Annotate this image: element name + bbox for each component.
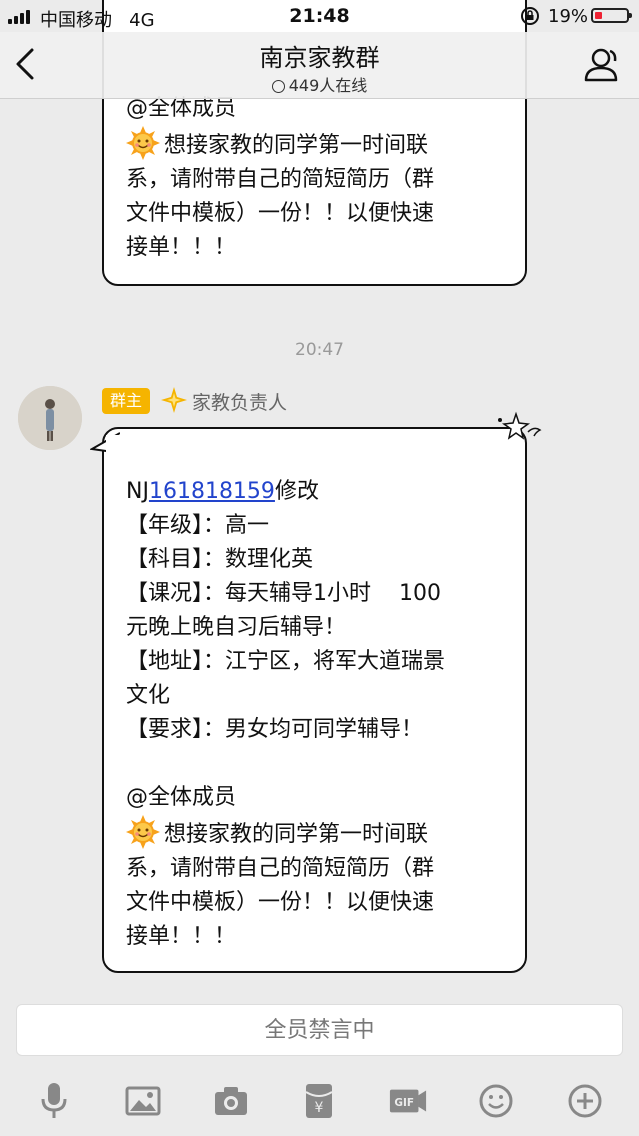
message-line: 想接家教的同学第一时间联 xyxy=(126,815,511,852)
message-timestamp: 20:47 xyxy=(295,340,344,360)
message-line: 系，请附带自己的简短简历（群 xyxy=(126,167,435,192)
message-line: 文件中模板）一份！！以便快速 xyxy=(126,201,435,226)
message-line: 【年级】：高一 xyxy=(126,513,270,538)
phone-number-link[interactable]: 161818159 xyxy=(149,479,275,504)
red-packet-icon[interactable]: ¥ xyxy=(299,1081,339,1121)
message-line: 【课况】：每天辅导1小时 100 xyxy=(126,581,441,606)
chat-header: 南京家教群 449人在线 xyxy=(0,32,639,99)
star-decoration-icon xyxy=(498,411,542,440)
plus-icon[interactable] xyxy=(565,1081,605,1121)
message-line: 接单！！！ xyxy=(126,235,237,260)
status-time: 21:48 xyxy=(289,5,350,27)
online-status-icon xyxy=(271,80,285,93)
message-line: @全体成员 xyxy=(126,785,237,810)
emoji-icon[interactable] xyxy=(476,1081,516,1121)
svg-text:GIF: GIF xyxy=(394,1097,414,1109)
message-line: 接单！！！ xyxy=(126,924,237,949)
image-icon[interactable] xyxy=(123,1081,163,1121)
avatar-image xyxy=(18,386,82,450)
sun-emoji-icon xyxy=(126,815,160,849)
status-bar: 中国移动 4G 21:48 19% xyxy=(0,0,639,32)
chat-title[interactable]: 南京家教群 xyxy=(0,38,639,73)
camera-icon[interactable] xyxy=(211,1081,251,1121)
avatar[interactable] xyxy=(18,386,82,450)
input-toolbar: ¥ GIF xyxy=(0,1066,639,1136)
online-count: 449人在线 xyxy=(0,72,639,96)
message-line: NJ161818159修改 xyxy=(126,479,319,504)
rotation-lock-icon xyxy=(521,7,539,25)
message-line xyxy=(126,747,511,781)
group-owner-badge: 群主 xyxy=(102,388,151,414)
message-line: 文化 xyxy=(126,683,171,708)
battery-percent: 19% xyxy=(548,6,589,27)
message-line: 文件中模板）一份！！以便快速 xyxy=(126,890,435,915)
gif-icon[interactable]: GIF xyxy=(388,1081,428,1121)
message-line: 想接家教的同学第一时间联 xyxy=(126,126,511,163)
message-line: 系，请附带自己的简短简历（群 xyxy=(126,856,435,881)
message-line: 【地址】：江宁区，将军大道瑞景 xyxy=(126,649,446,674)
star-rank-icon xyxy=(161,387,187,413)
message-line: 【要求】：男女均可同学辅导！ xyxy=(126,717,424,742)
battery-icon xyxy=(591,8,632,23)
muted-input-bar: 全员禁言中 xyxy=(16,1004,623,1056)
microphone-icon[interactable] xyxy=(34,1081,74,1121)
sun-emoji-icon xyxy=(126,126,160,160)
group-profile-icon[interactable] xyxy=(583,46,623,84)
message-list[interactable]: @全体成员 想接家教的同学第一时间联 系，请附带自己的简短简历（群 文件中模板）… xyxy=(0,0,639,1000)
sender-name[interactable]: 家教负责人 xyxy=(192,388,287,415)
svg-text:¥: ¥ xyxy=(315,1100,324,1116)
bubble-tail xyxy=(90,432,120,453)
message-line: 元晚上晚自习后辅导！ xyxy=(126,615,347,640)
message-line: 【科目】：数理化英 xyxy=(126,547,314,572)
message-bubble[interactable]: NJ161818159修改 【年级】：高一 【科目】：数理化英 【课况】：每天辅… xyxy=(90,427,527,973)
